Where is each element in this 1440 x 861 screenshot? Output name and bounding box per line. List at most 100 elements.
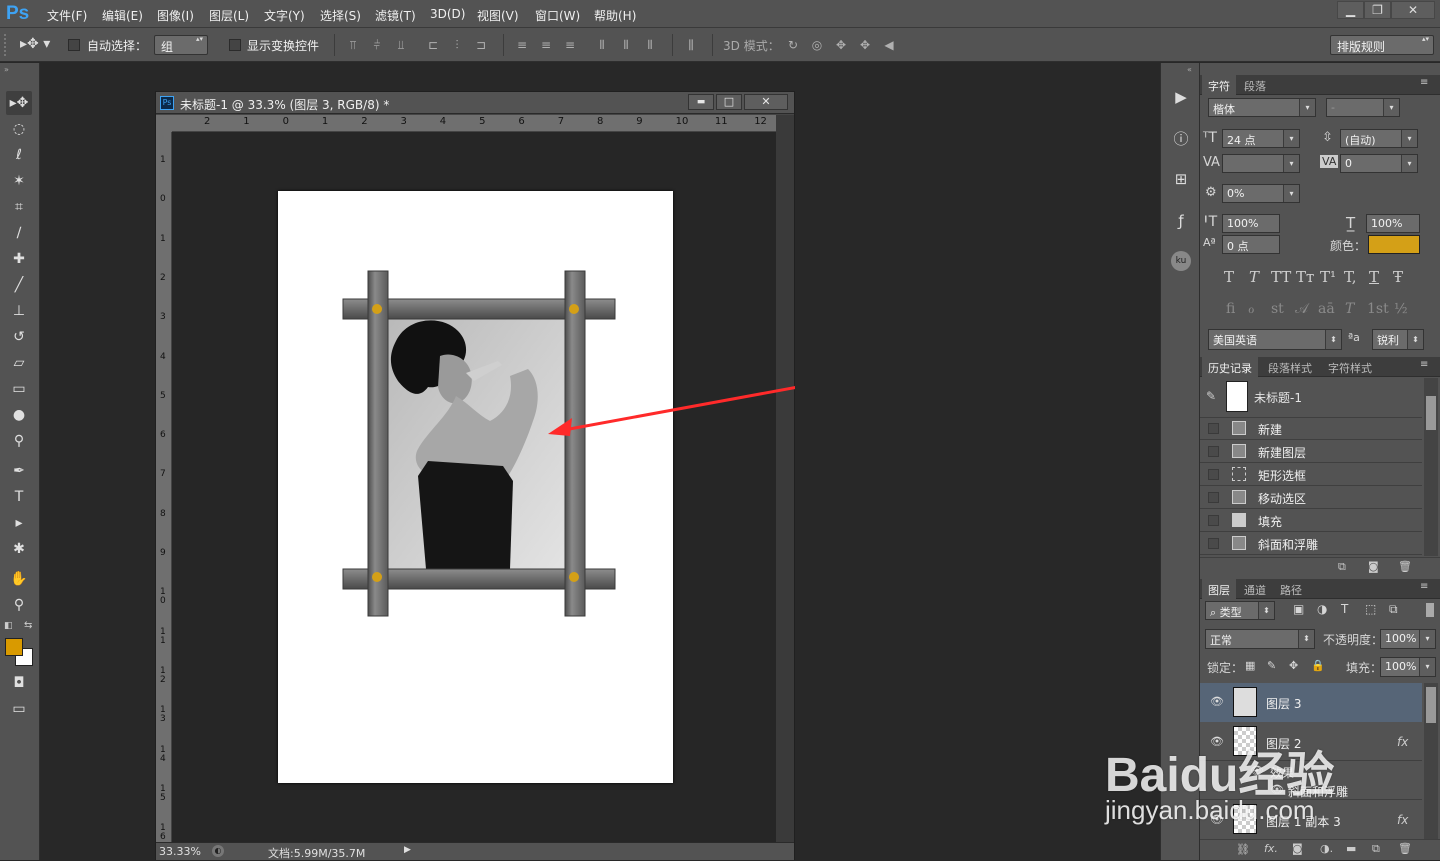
- align-bottom-icon[interactable]: ⫫: [394, 38, 408, 52]
- subscript-button[interactable]: T,: [1344, 268, 1357, 286]
- screen-mode-icon[interactable]: ▭: [6, 697, 32, 721]
- delete-state-icon[interactable]: 🗑: [1398, 560, 1412, 573]
- menu-layer[interactable]: 图层(L): [209, 7, 249, 24]
- move-tool-icon[interactable]: ▸✥: [6, 91, 32, 115]
- blend-mode-dropdown[interactable]: 正常 ⬍: [1205, 629, 1315, 649]
- stylistic-alternates-button[interactable]: aā: [1318, 301, 1335, 317]
- ordinals-button[interactable]: 1st: [1367, 301, 1389, 317]
- fill-field[interactable]: 100% ▾: [1380, 657, 1436, 677]
- tab-character[interactable]: 字符: [1202, 75, 1236, 95]
- 3d-roll-icon[interactable]: ◎: [810, 38, 824, 52]
- tab-layers[interactable]: 图层: [1202, 579, 1236, 599]
- 3d-slide-icon[interactable]: ✥: [858, 38, 872, 52]
- menu-select[interactable]: 选择(S): [320, 7, 361, 24]
- tab-paragraph[interactable]: 段落: [1238, 75, 1272, 95]
- discretionary-ligatures-button[interactable]: st: [1271, 301, 1284, 317]
- layers-scrollbar[interactable]: [1424, 683, 1438, 839]
- eyedropper-tool-icon[interactable]: ∕: [6, 221, 32, 245]
- panel-menu-icon[interactable]: ≡: [1420, 77, 1428, 88]
- status-menu-arrow-icon[interactable]: ▶: [404, 845, 411, 855]
- clone-stamp-tool-icon[interactable]: ⊥: [6, 299, 32, 323]
- lock-transparent-icon[interactable]: ▦: [1245, 659, 1255, 672]
- font-style-dropdown[interactable]: - ▾: [1326, 98, 1400, 117]
- fx-badge[interactable]: fx: [1397, 813, 1408, 827]
- layer-row[interactable]: 👁 图层 2 fx: [1200, 723, 1422, 761]
- pen-tool-icon[interactable]: ✒: [6, 459, 32, 483]
- info-icon[interactable]: ⓘ: [1171, 129, 1191, 149]
- auto-select-dropdown[interactable]: 组: [154, 34, 208, 55]
- history-step[interactable]: 移动选区: [1200, 487, 1422, 509]
- tab-paths[interactable]: 路径: [1274, 579, 1308, 599]
- visibility-eye-icon[interactable]: 👁: [1210, 813, 1224, 826]
- tab-channels[interactable]: 通道: [1238, 579, 1272, 599]
- old-style-button[interactable]: ℴ: [1248, 301, 1254, 317]
- marquee-tool-icon[interactable]: ◌: [6, 117, 32, 141]
- add-mask-icon[interactable]: ◙: [1292, 842, 1303, 855]
- menu-filter[interactable]: 滤镜(T): [375, 7, 416, 24]
- shape-tool-icon[interactable]: ✱: [6, 537, 32, 561]
- filter-smart-object-icon[interactable]: ⧉: [1389, 602, 1398, 617]
- add-style-icon[interactable]: fx.: [1264, 842, 1278, 855]
- history-step[interactable]: 斜面和浮雕: [1200, 533, 1422, 555]
- menu-type[interactable]: 文字(Y): [264, 7, 305, 24]
- small-caps-button[interactable]: Tт: [1296, 268, 1314, 286]
- vertical-scrollbar[interactable]: [776, 115, 794, 842]
- menu-edit[interactable]: 编辑(E): [102, 7, 143, 24]
- new-document-from-state-icon[interactable]: ⧉: [1338, 560, 1346, 574]
- brush-tool-icon[interactable]: ╱: [6, 273, 32, 297]
- panel-menu-icon[interactable]: ≡: [1420, 359, 1428, 370]
- text-color-swatch[interactable]: [1368, 235, 1420, 254]
- document-canvas[interactable]: [278, 191, 673, 783]
- tab-character-styles[interactable]: 字符样式: [1322, 357, 1378, 377]
- adjustment-layer-icon[interactable]: ◑.: [1320, 842, 1333, 855]
- font-family-dropdown[interactable]: 楷体 ▾: [1208, 98, 1316, 117]
- history-step[interactable]: 新建: [1200, 418, 1422, 440]
- delete-layer-icon[interactable]: 🗑: [1398, 842, 1412, 855]
- lasso-tool-icon[interactable]: ℓ: [6, 143, 32, 167]
- distribute-top-icon[interactable]: ≡: [515, 38, 529, 52]
- new-layer-icon[interactable]: ⧉: [1372, 842, 1380, 856]
- panel-menu-icon[interactable]: ≡: [1420, 581, 1428, 592]
- layer-row[interactable]: 👁 图层 1 副本 3 fx: [1200, 801, 1422, 839]
- underline-button[interactable]: T: [1369, 268, 1379, 286]
- gradient-tool-icon[interactable]: ▭: [6, 377, 32, 401]
- doc-restore-button[interactable]: □: [716, 94, 742, 110]
- history-step[interactable]: 新建图层: [1200, 441, 1422, 463]
- superscript-button[interactable]: T¹: [1320, 268, 1336, 286]
- strikethrough-button[interactable]: Ŧ: [1393, 268, 1403, 286]
- history-scrollbar[interactable]: [1424, 378, 1438, 556]
- dodge-tool-icon[interactable]: ⚲: [6, 429, 32, 453]
- layer-filter-dropdown[interactable]: ⌕ 类型 ⬍: [1205, 601, 1275, 620]
- move-tool-preset-icon[interactable]: ▸✥ ▾: [20, 36, 50, 52]
- visibility-eye-icon[interactable]: 👁: [1250, 764, 1264, 777]
- 3d-scale-icon[interactable]: ◀: [882, 38, 896, 52]
- ligatures-button[interactable]: fi: [1226, 301, 1235, 317]
- kerning-dropdown[interactable]: ▾: [1222, 154, 1300, 173]
- all-caps-button[interactable]: TT: [1271, 268, 1291, 286]
- opacity-field[interactable]: 100% ▾: [1380, 629, 1436, 649]
- fractions-button[interactable]: ½: [1394, 301, 1408, 317]
- auto-align-icon[interactable]: ⫼: [684, 38, 698, 52]
- 3d-pan-icon[interactable]: ✥: [834, 38, 848, 52]
- tsume-dropdown[interactable]: 0% ▾: [1222, 184, 1300, 203]
- faux-italic-button[interactable]: T: [1249, 268, 1259, 286]
- app-close-button[interactable]: ✕: [1391, 1, 1435, 19]
- crop-tool-icon[interactable]: ⌗: [6, 195, 32, 219]
- effects-row[interactable]: 👁 效果: [1200, 762, 1422, 780]
- menu-3d[interactable]: 3D(D): [430, 7, 465, 21]
- zoom-tool-icon[interactable]: ⚲: [6, 593, 32, 617]
- menu-window[interactable]: 窗口(W): [535, 7, 580, 24]
- filter-shape-icon[interactable]: ⬚: [1365, 602, 1376, 616]
- hand-tool-icon[interactable]: ✋: [6, 567, 32, 591]
- type-tool-icon[interactable]: T: [6, 485, 32, 509]
- 3d-rotate-icon[interactable]: ↻: [786, 38, 800, 52]
- fx-badge[interactable]: fx: [1397, 735, 1408, 749]
- foreground-color-swatch[interactable]: [5, 638, 23, 656]
- horizontal-scale-field[interactable]: 100%: [1366, 214, 1420, 233]
- styles-icon[interactable]: ƒ: [1171, 211, 1191, 231]
- history-snapshot[interactable]: ✎ 未标题-1: [1200, 378, 1422, 418]
- align-top-icon[interactable]: ⫪: [346, 38, 360, 52]
- play-actions-icon[interactable]: ▶: [1171, 87, 1191, 107]
- auto-select-checkbox[interactable]: [68, 39, 80, 51]
- history-brush-tool-icon[interactable]: ↺: [6, 325, 32, 349]
